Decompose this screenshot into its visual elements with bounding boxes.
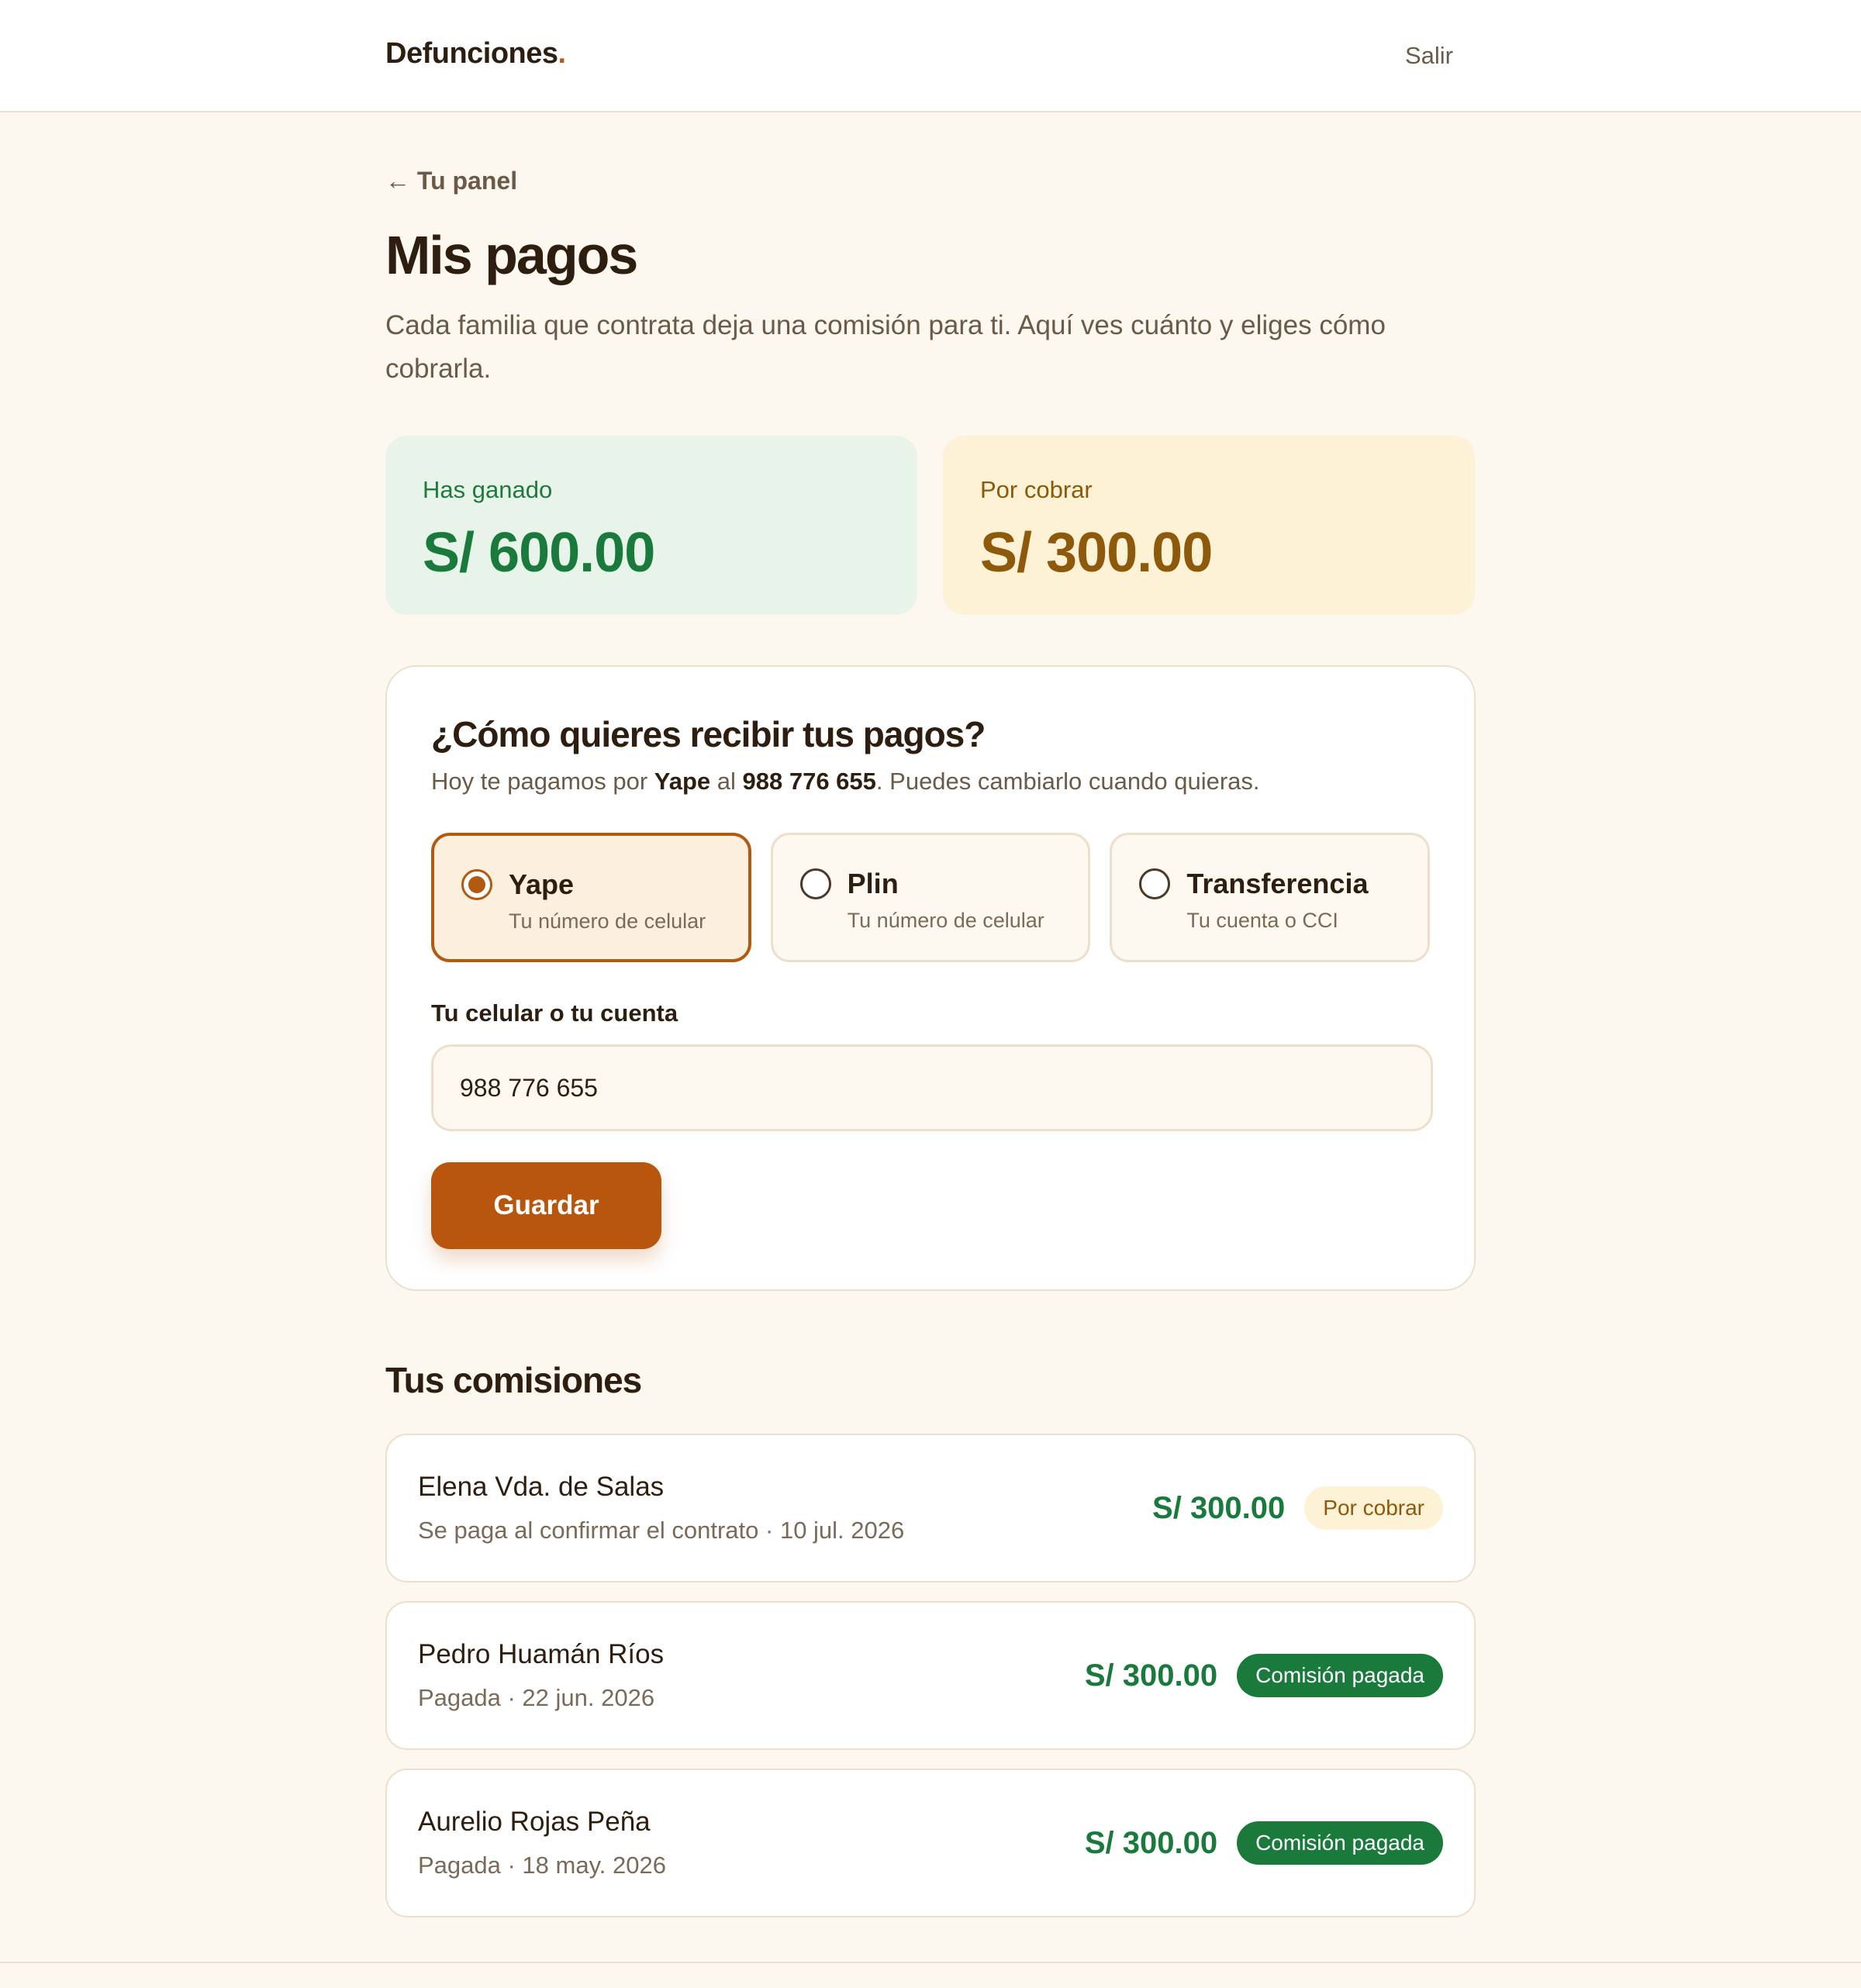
commission-meta: Pagada · 22 jun. 2026 — [418, 1684, 655, 1711]
method-option-transferencia[interactable]: Transferencia Tu cuenta o CCI — [1110, 833, 1431, 962]
commissions-list: Elena Vda. de Salas Se paga al confirmar… — [385, 1434, 1476, 1917]
method-option-plin[interactable]: Plin Tu número de celular — [770, 833, 1091, 962]
payout-method-options: Yape Tu número de celular Plin Tu número… — [431, 833, 1431, 962]
method-name: Plin — [847, 868, 899, 899]
logout-link[interactable]: Salir — [1405, 42, 1453, 70]
top-bar: Defunciones. Salir — [0, 0, 1861, 112]
method-option-yape[interactable]: Yape Tu número de celular — [431, 833, 751, 962]
earned-value: S/ 600.00 — [423, 522, 655, 584]
footer-divider — [0, 1962, 1861, 1963]
status-badge: Comisión pagada — [1237, 1821, 1443, 1865]
payout-method-card: ¿Cómo quieres recibir tus pagos? Hoy te … — [385, 665, 1476, 1291]
commission-status-group: S/ 300.00 Comisión pagada — [1085, 1654, 1443, 1697]
commission-status-group: S/ 300.00 Por cobrar — [1152, 1486, 1443, 1530]
radio-unselected-icon[interactable] — [799, 868, 831, 899]
commission-amount: S/ 300.00 — [1084, 1658, 1218, 1693]
commission-row[interactable]: Elena Vda. de Salas Se paga al confirmar… — [385, 1434, 1476, 1582]
method-name: Yape — [509, 868, 575, 900]
commission-name: Aurelio Rojas Peña — [418, 1807, 651, 1837]
stats-summary: Has ganado S/ 600.00 Por cobrar S/ 300.0… — [385, 436, 1476, 615]
pending-label: Por cobrar — [980, 476, 1093, 503]
payout-current-method: Hoy te pagamos por Yape al 988 776 655. … — [431, 768, 1260, 795]
commission-info: Pedro Huamán Ríos Pagada · 22 jun. 2026 — [418, 1639, 664, 1712]
commission-amount: S/ 300.00 — [1084, 1825, 1218, 1860]
commission-info: Aurelio Rojas Peña Pagada · 18 may. 2026 — [418, 1807, 666, 1879]
account-field-label: Tu celular o tu cuenta — [431, 999, 678, 1027]
page-description: Cada familia que contrata deja una comis… — [385, 310, 1386, 384]
payout-title: ¿Cómo quieres recibir tus pagos? — [431, 714, 986, 754]
method-name: Transferencia — [1186, 868, 1369, 899]
radio-unselected-icon[interactable] — [1139, 868, 1171, 899]
back-to-panel-link[interactable]: ← Tu panel — [385, 167, 517, 195]
commission-status-group: S/ 300.00 Comisión pagada — [1085, 1821, 1443, 1865]
commission-meta: Pagada · 18 may. 2026 — [418, 1852, 666, 1879]
status-badge: Comisión pagada — [1237, 1654, 1443, 1697]
main-content: ← Tu panel Mis pagos Cada familia que co… — [385, 112, 1476, 1936]
commissions-title: Tus comisiones — [385, 1360, 642, 1400]
method-hint: Tu número de celular — [509, 909, 706, 933]
account-input[interactable] — [431, 1044, 1433, 1131]
earned-stat-card: Has ganado S/ 600.00 — [385, 436, 917, 615]
method-hint: Tu cuenta o CCI — [1186, 909, 1338, 932]
earned-label: Has ganado — [423, 476, 553, 503]
pending-stat-card: Por cobrar S/ 300.00 — [943, 436, 1475, 615]
radio-selected-icon[interactable] — [461, 869, 492, 900]
commission-amount: S/ 300.00 — [1152, 1490, 1286, 1525]
status-badge: Por cobrar — [1304, 1486, 1443, 1530]
commission-name: Pedro Huamán Ríos — [418, 1639, 665, 1669]
page-title: Mis pagos — [385, 225, 638, 285]
commission-name: Elena Vda. de Salas — [418, 1472, 665, 1502]
commission-row[interactable]: Pedro Huamán Ríos Pagada · 22 jun. 2026 … — [385, 1601, 1476, 1750]
pending-value: S/ 300.00 — [980, 522, 1213, 584]
save-button[interactable]: Guardar — [431, 1162, 661, 1249]
commission-info: Elena Vda. de Salas Se paga al confirmar… — [418, 1472, 904, 1544]
method-hint: Tu número de celular — [847, 909, 1044, 932]
commission-row[interactable]: Aurelio Rojas Peña Pagada · 18 may. 2026… — [385, 1769, 1476, 1917]
brand-logo[interactable]: Defunciones. — [385, 37, 566, 71]
commission-meta: Se paga al confirmar el contrato · 10 ju… — [418, 1517, 905, 1544]
